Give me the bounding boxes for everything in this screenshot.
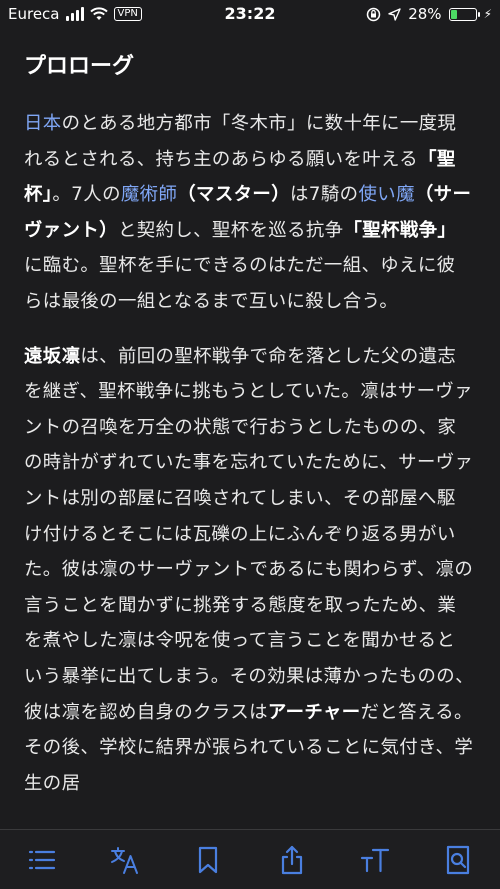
text-size-button[interactable] [333,830,416,889]
article-link[interactable]: 日本 [24,113,62,134]
text-run: のとある地方都市「冬木市」に数十年に一度現れるとされる、持ち主のあらゆる願いを叶… [24,113,457,170]
contents-button[interactable] [0,830,83,889]
status-right: 28% ⚡ [366,5,492,23]
article-link[interactable]: 魔術師 [121,184,177,205]
battery-fill [450,9,457,19]
language-button[interactable] [83,830,166,889]
bold-term: アーチャー [267,701,361,723]
paragraph-2: 遠坂凛は、前回の聖杯戦争で命を落とした父の遺志を継ぎ、聖杯戦争に挑もうとしていた… [24,339,474,802]
location-icon [388,7,401,21]
share-icon [281,845,302,874]
text-run: と契約し、聖杯を巡る抗争 [117,219,344,241]
text-run: は7騎の [290,184,359,206]
bold-term: 「聖杯戦争」 [343,219,457,241]
bottom-toolbar [0,829,500,889]
text-run: は、前回の聖杯戦争で命を落とした父の遺志を継ぎ、聖杯戦争に挑もうとしていた。凛は… [24,345,474,723]
bookmark-icon [199,846,218,873]
charging-icon: ⚡ [483,7,492,21]
article-content[interactable]: プロローグ 日本のとある地方都市「冬木市」に数十年に一度現れるとされる、持ち主の… [0,30,500,829]
text-run: 。7人の [52,184,121,206]
find-button[interactable] [417,830,500,889]
find-in-page-icon [447,845,470,874]
orientation-lock-icon [366,7,381,21]
paragraph-1: 日本のとある地方都市「冬木市」に数十年に一度現れるとされる、持ち主のあらゆる願い… [24,106,474,320]
text-run: に臨む。聖杯を手にできるのはただ一組、ゆえに彼らは最後の一組となるまで互いに殺し… [24,255,456,312]
translate-icon [110,846,138,874]
battery-icon [448,7,480,21]
list-icon [28,850,55,869]
article-link[interactable]: 使い魔 [358,184,414,205]
bold-term: 遠坂凛 [24,345,81,367]
text-size-icon [360,848,390,872]
section-heading: プロローグ [24,54,135,79]
bookmark-button[interactable] [167,830,250,889]
share-button[interactable] [250,830,333,889]
status-bar: Eureca VPN 23:22 28% ⚡ [0,0,500,30]
bold-term: （マスター） [177,184,290,206]
battery-percent: 28% [408,5,442,23]
